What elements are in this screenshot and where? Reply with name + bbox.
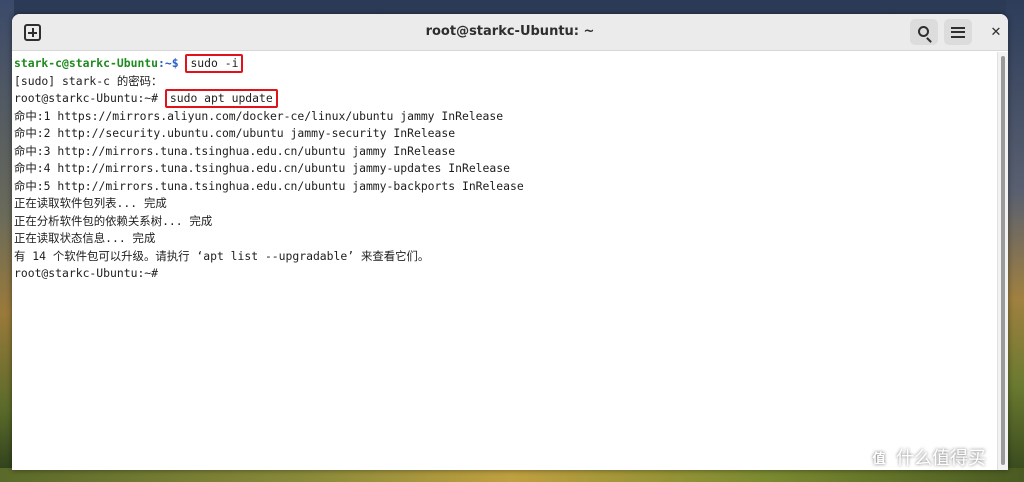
root-prompt: root@starkc-Ubuntu:~# [14,91,165,105]
desktop-wallpaper-bottom [0,468,1024,482]
terminal-output-line: 有 14 个软件包可以升级。请执行 ‘apt list --upgradable… [14,248,430,263]
command-text: sudo -i [190,56,239,70]
close-icon: ✕ [990,24,1002,40]
watermark: 值 什么值得买 [866,444,986,470]
terminal-scrollbar[interactable] [997,52,1008,470]
terminal-output-line: 正在读取软件包列表... 完成 [14,196,167,210]
search-icon [917,25,929,37]
terminal-last-prompt: root@starkc-Ubuntu:~# [14,266,165,280]
command-text: sudo apt update [169,91,273,105]
terminal-output-line: 命中:1 https://mirrors.aliyun.com/docker-c… [14,108,504,123]
scrollbar-thumb[interactable] [1001,56,1005,465]
desktop-wallpaper-right [1006,0,1024,482]
terminal-line-0: stark-c@starkc-Ubuntu:~$ sudo -i [14,54,997,73]
search-button[interactable] [910,19,938,45]
terminal-output-line: 正在读取状态信息... 完成 [14,231,156,245]
close-button[interactable]: ✕ [982,19,1008,45]
watermark-logo-icon: 值 [866,444,892,470]
prompt-user-host: stark-c@starkc-Ubuntu [14,56,159,70]
watermark-text: 什么值得买 [896,448,986,469]
menu-button[interactable] [944,19,972,45]
terminal-output-line: 正在分析软件包的依赖关系树... 完成 [14,213,213,228]
terminal-output-line: 命中:3 http://mirrors.tuna.tsinghua.edu.cn… [14,143,456,158]
prompt-path: :~$ [158,56,186,70]
terminal-output[interactable]: stark-c@starkc-Ubuntu:~$ sudo -i [sudo] … [12,52,997,470]
hamburger-menu-icon [951,26,965,38]
terminal-output-line: 命中:2 http://security.ubuntu.com/ubuntu j… [14,126,456,140]
terminal-window: root@starkc-Ubuntu: ~ ✕ stark-c@starkc-U… [12,14,1008,470]
terminal-output-line: 命中:4 http://mirrors.tuna.tsinghua.edu.cn… [14,161,510,175]
title-bar: root@starkc-Ubuntu: ~ ✕ [12,14,1008,51]
window-title: root@starkc-Ubuntu: ~ [425,24,595,39]
highlight-box-sudo-i: sudo -i [185,54,244,73]
terminal-line-2: root@starkc-Ubuntu:~# sudo apt update [14,89,997,108]
terminal-line-1: [sudo] stark-c 的密码： [14,73,163,88]
highlight-box-apt-update: sudo apt update [164,89,278,108]
terminal-output-line: 命中:5 http://mirrors.tuna.tsinghua.edu.cn… [14,178,524,193]
